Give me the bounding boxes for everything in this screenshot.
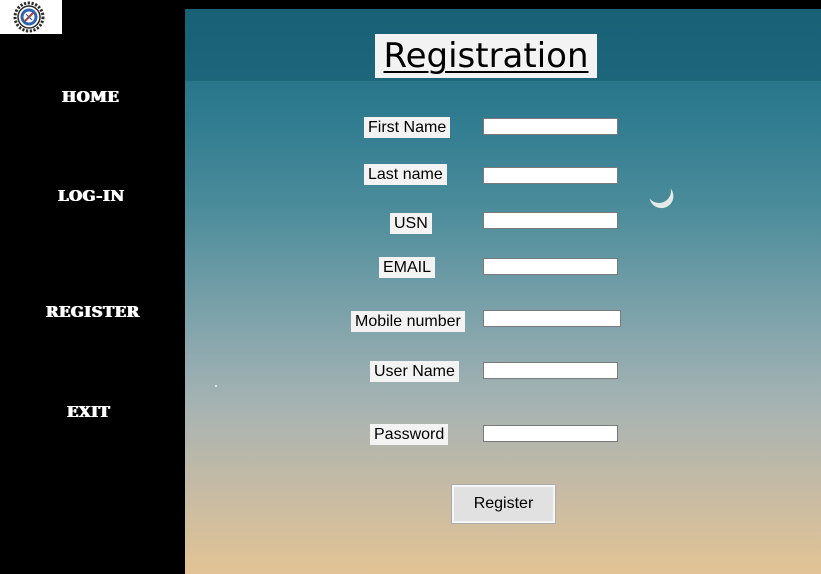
first-name-input[interactable]	[483, 118, 618, 135]
email-label: EMAIL	[379, 257, 436, 278]
first-name-label: First Name	[364, 117, 451, 138]
registration-panel: Registration First Name Last name USN EM…	[185, 9, 821, 574]
email-input[interactable]	[483, 258, 618, 275]
user-name-label: User Name	[370, 361, 459, 382]
usn-label: USN	[390, 213, 432, 234]
last-name-input[interactable]	[483, 167, 618, 184]
mobile-number-input[interactable]	[483, 310, 621, 327]
password-label: Password	[370, 424, 449, 445]
page-title: Registration	[375, 34, 597, 78]
nav-log-in[interactable]: LOG-IN	[58, 187, 125, 205]
gear-emblem-icon	[13, 1, 45, 33]
moon-decoration	[644, 176, 675, 207]
password-input[interactable]	[483, 425, 618, 442]
nav-register[interactable]: REGISTER	[46, 303, 140, 321]
last-name-label: Last name	[364, 164, 447, 185]
registration-window: HOME LOG-IN REGISTER EXIT Registration F…	[0, 0, 821, 574]
nav-home[interactable]: HOME	[62, 88, 119, 106]
usn-input[interactable]	[483, 212, 618, 229]
nav-exit[interactable]: EXIT	[67, 403, 110, 421]
star-decoration	[215, 385, 217, 387]
logo	[0, 0, 62, 34]
mobile-number-label: Mobile number	[351, 311, 465, 332]
register-button[interactable]: Register	[451, 484, 556, 524]
user-name-input[interactable]	[483, 362, 618, 379]
